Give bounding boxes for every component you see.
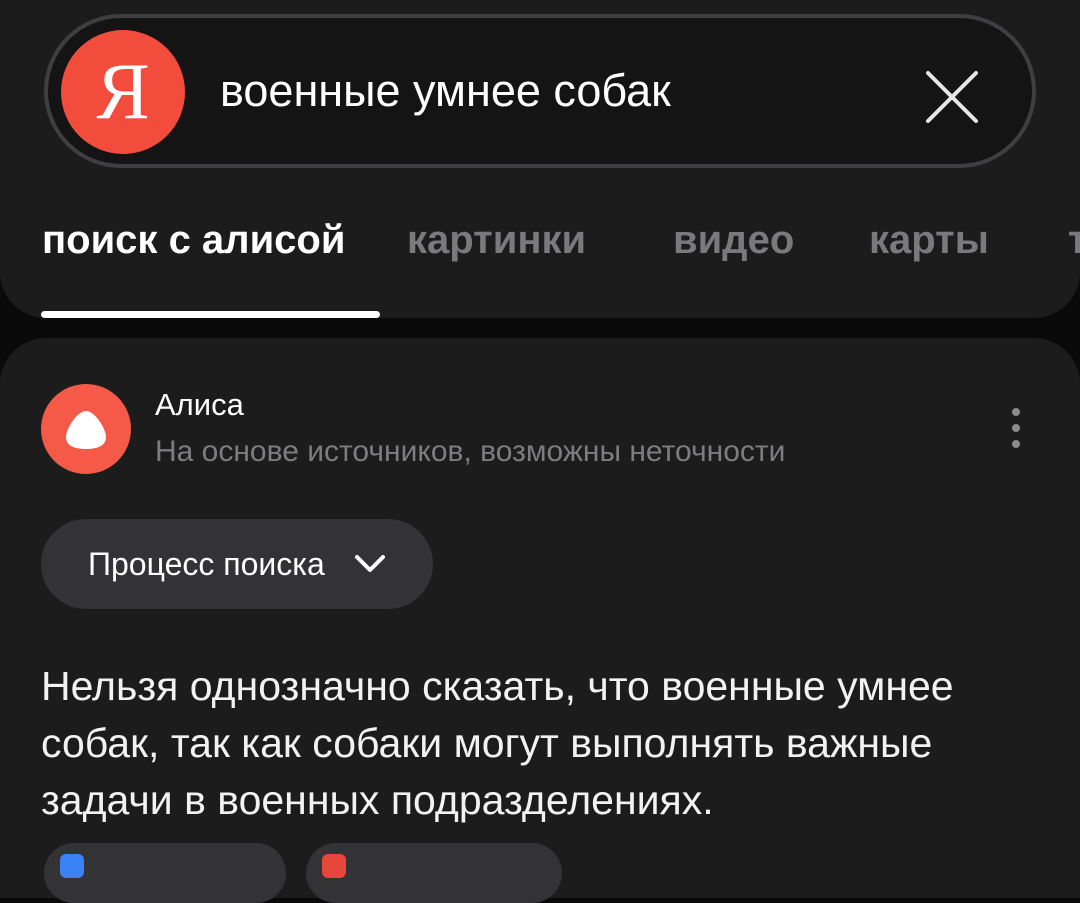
tab-maps[interactable]: карты xyxy=(869,212,989,268)
search-header: Я военные умнее собак поиск с алисой кар… xyxy=(0,0,1080,318)
close-icon[interactable] xyxy=(924,69,980,125)
tab-images[interactable]: картинки xyxy=(407,212,586,268)
source-favicon-icon xyxy=(322,854,346,878)
yandex-logo-icon[interactable]: Я xyxy=(61,30,185,154)
search-process-button[interactable]: Процесс поиска xyxy=(41,519,433,609)
more-options-icon[interactable] xyxy=(1000,406,1032,450)
search-input[interactable]: военные умнее собак xyxy=(220,64,671,118)
alice-logo-icon xyxy=(66,411,106,449)
source-favicon-icon xyxy=(60,854,84,878)
answer-disclaimer: На основе источников, возможны неточност… xyxy=(155,435,786,468)
answer-author: Алиса xyxy=(155,387,244,422)
source-chip[interactable] xyxy=(44,843,286,903)
search-process-label: Процесс поиска xyxy=(88,546,325,582)
source-chip[interactable] xyxy=(306,843,562,903)
tab-video[interactable]: видео xyxy=(673,212,794,268)
alice-answer-card: Алиса На основе источников, возможны нет… xyxy=(0,338,1080,903)
search-tabs: поиск с алисой картинки видео карты т xyxy=(0,212,1080,272)
tab-next-partial[interactable]: т xyxy=(1068,212,1080,268)
active-tab-indicator xyxy=(41,311,380,318)
answer-text: Нельзя однозначно сказать, что военные у… xyxy=(41,663,954,823)
yandex-logo-letter: Я xyxy=(96,48,150,136)
search-bar[interactable]: Я военные умнее собак xyxy=(44,14,1036,168)
alice-avatar xyxy=(41,384,131,474)
chevron-down-icon xyxy=(355,555,385,572)
tab-alice-search[interactable]: поиск с алисой xyxy=(42,212,345,268)
